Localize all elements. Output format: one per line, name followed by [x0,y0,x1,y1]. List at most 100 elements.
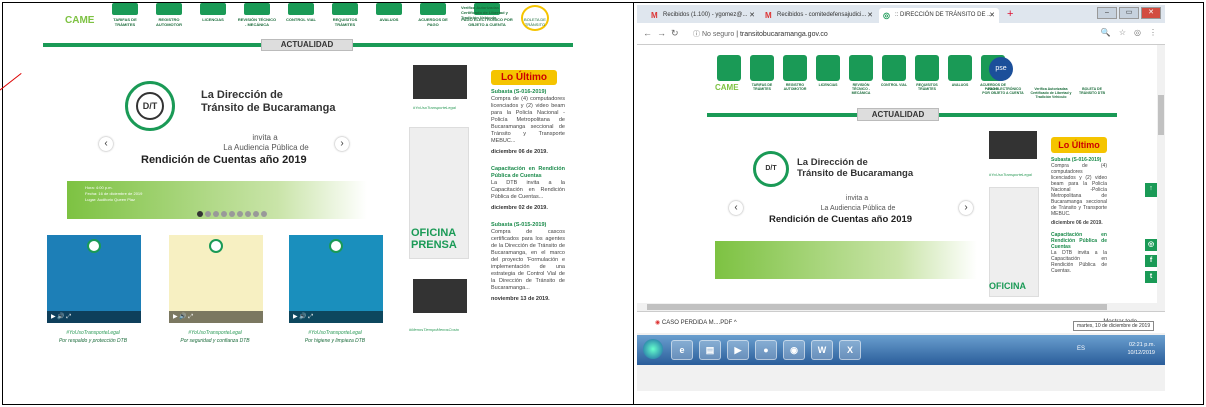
video-player-2[interactable]: ▶ 🔊 ⤢ [169,235,263,323]
download-item[interactable]: ◉ CASO PERDIDA M....PDF ^ [655,319,737,326]
close-icon[interactable]: ✕ [749,8,755,23]
certificado-label[interactable]: Verifica Autorizadas Certificado de Libe… [1029,87,1073,99]
news-title[interactable]: Capacitación en Rendición Pública de Cue… [491,166,565,180]
url-field[interactable]: ⓘ No seguro | transitobucaramanga.gov.co [693,29,828,39]
mini-video[interactable] [989,131,1037,159]
system-clock[interactable]: 02:21 p.m. 10/12/2019 [1127,341,1155,357]
tab-gmail-1[interactable]: M Recibidos (1.100) - ygomez@... ✕ [647,8,759,23]
nav-control-vial[interactable]: CONTROL VIAL [281,3,321,33]
nav-registro[interactable]: REGISTRO AUTOMOTOR [781,55,809,95]
nav-acuerdos[interactable]: ACUERDOS DE PAGO [413,3,453,33]
tab-gmail-2[interactable]: M Recibidos - comitedefensajudici... ✕ [761,8,877,23]
extension-icon[interactable]: ◎ [1134,28,1141,37]
video-controls[interactable]: ▶ 🔊 ⤢ [289,311,383,323]
page-viewport: TARIFAS DE TRÁMITES REGISTRO AUTOMOTOR L… [637,45,1157,303]
mini-hashtag-2: #MenosTiempoMenosCosto [409,327,459,332]
ie-icon[interactable]: e [671,340,693,360]
pago-label: PAGO ELECTRÓNICO POR OBJETO A CUENTA [982,87,1024,95]
news-body: La DTB invita a la Capacitación en Rendi… [491,180,565,200]
nav-licencias[interactable]: LICENCIAS [193,3,233,33]
pse-button[interactable]: pse [989,57,1013,81]
star-icon[interactable]: ☆ [1119,28,1126,37]
slider-next-button[interactable]: › [959,201,973,215]
zoom-icon[interactable]: 🔍 [1101,28,1111,37]
nav-requisitos[interactable]: REQUISITOS TRÁMITES [325,3,365,33]
video-player-3[interactable]: ▶ 🔊 ⤢ [289,235,383,323]
folder-icon[interactable]: ▤ [699,340,721,360]
came-label: CAME [715,83,739,92]
tab-transito[interactable]: ◎:: DIRECCIÓN DE TRÁNSITO DE ... ✕ [879,8,999,23]
mini-video-2[interactable] [413,279,467,313]
slider-prev-button[interactable]: ‹ [729,201,743,215]
slider-audiencia: La Audiencia Pública de [820,205,896,212]
scroll-up-icon[interactable]: ↑ [1145,183,1157,197]
nav-icon [332,3,358,15]
video-controls[interactable]: ▶ 🔊 ⤢ [47,311,141,323]
address-bar-icons: 🔍 ☆ ◎ ⋮ [1101,28,1157,37]
mini-video-1[interactable] [413,65,467,99]
nav-requisitos[interactable]: REQUISITOS TRÁMITES [913,55,941,95]
nav-revision[interactable]: REVISIÓN TÉCNICO - MECÁNICA [847,55,875,95]
language-indicator[interactable]: ES [1077,346,1085,352]
date-tooltip: martes, 10 de diciembre de 2019 [1073,321,1155,331]
start-button[interactable] [643,339,663,359]
maximize-button[interactable]: ▭ [1119,7,1139,19]
news-body: La DTB invita a la Capacitación en Rendi… [1051,250,1107,274]
slider-next-button[interactable]: › [335,137,349,151]
video-player-1[interactable]: ▶ 🔊 ⤢ [47,235,141,323]
media-icon[interactable]: ▶ [727,340,749,360]
site-icon: ◎ [883,11,890,20]
facebook-icon[interactable]: f [1145,255,1157,267]
forward-icon[interactable]: → [657,28,666,38]
video-controls[interactable]: ▶ 🔊 ⤢ [169,311,263,323]
nav-label: ACUERDOS DE PAGO [418,17,448,27]
news-date: diciembre 06 de 2019. [491,149,548,155]
gmail-icon: M [765,11,772,20]
nav-licencias[interactable]: LICENCIAS [814,55,842,95]
boleta-badge[interactable]: BOLETA DE TRÁNSITO [521,5,549,31]
horizontal-scrollbar[interactable] [637,303,1157,311]
slider-invita: invita a [845,195,869,202]
excel-icon[interactable]: X [839,340,861,360]
word-icon[interactable]: W [811,340,833,360]
firefox-icon[interactable]: ● [755,340,777,360]
back-icon[interactable]: ← [643,28,652,38]
nav-avaluos[interactable]: AVALUOS [369,3,409,33]
news-title[interactable]: Subasta (S-016-2019) [491,89,565,96]
new-tab-button[interactable]: + [1007,8,1013,21]
reload-icon[interactable]: ↻ [671,28,679,39]
close-icon[interactable]: ✕ [867,8,873,23]
slider-rendicion: Rendición de Cuentas año 2019 [769,214,913,225]
vertical-scrollbar[interactable] [1157,45,1165,303]
boleta-label[interactable]: BOLETA DE TRÁNSITO DTB [1077,87,1107,95]
close-window-button[interactable]: ✕ [1141,7,1161,19]
nav-control-vial[interactable]: CONTROL VIAL [880,55,908,95]
video-caption-2: #YoUsoTransporteLegal Por seguridad y con… [180,330,250,344]
slider-prev-button[interactable]: ‹ [99,137,113,151]
dtb-logo: D/T [125,81,175,131]
news-title[interactable]: Capacitación en Rendición Pública de Cue… [1051,232,1107,250]
site-nav: TARIFAS DE TRÁMITES REGISTRO AUTOMOTOR L… [715,55,1007,95]
oficina-prensa-link[interactable]: OFICINA PRENSA [411,227,475,251]
news-title[interactable]: Subasta (S-015-2019) [491,222,565,229]
slider-dots[interactable] [197,211,267,217]
dtb-logo: D/T [753,151,789,187]
screenshot-sheet: CAME TARIFAS DE TRÁMITES REGISTRO AUTOMO… [0,2,1204,405]
nav-icon [112,3,138,15]
actualidad-heading: ACTUALIDAD [857,108,939,121]
nav-avaluos[interactable]: AVALUOS [946,55,974,95]
nav-registro[interactable]: REGISTRO AUTOMOTOR [149,3,189,33]
instagram-icon[interactable]: ◎ [1145,239,1157,251]
twitter-icon[interactable]: t [1145,271,1157,283]
verifica-certificado-link[interactable]: Verifica Autorizadas Certificado de Libe… [461,5,521,20]
menu-icon[interactable]: ⋮ [1149,28,1157,37]
slider-rendicion: Rendición de Cuentas año 2019 [141,154,307,166]
close-icon[interactable]: ✕ [989,8,995,23]
nav-revision[interactable]: REVISIÓN TÉCNICO - MECÁNICA [237,3,277,33]
chrome-icon[interactable]: ◉ [783,340,805,360]
nav-tarifas[interactable]: TARIFAS DE TRÁMITES [105,3,145,33]
oficina-link[interactable]: OFICINA [989,281,1026,291]
nav-tarifas[interactable]: TARIFAS DE TRÁMITES [748,55,776,95]
minimize-button[interactable]: – [1097,7,1117,19]
info-icon[interactable]: ⓘ [693,31,702,38]
